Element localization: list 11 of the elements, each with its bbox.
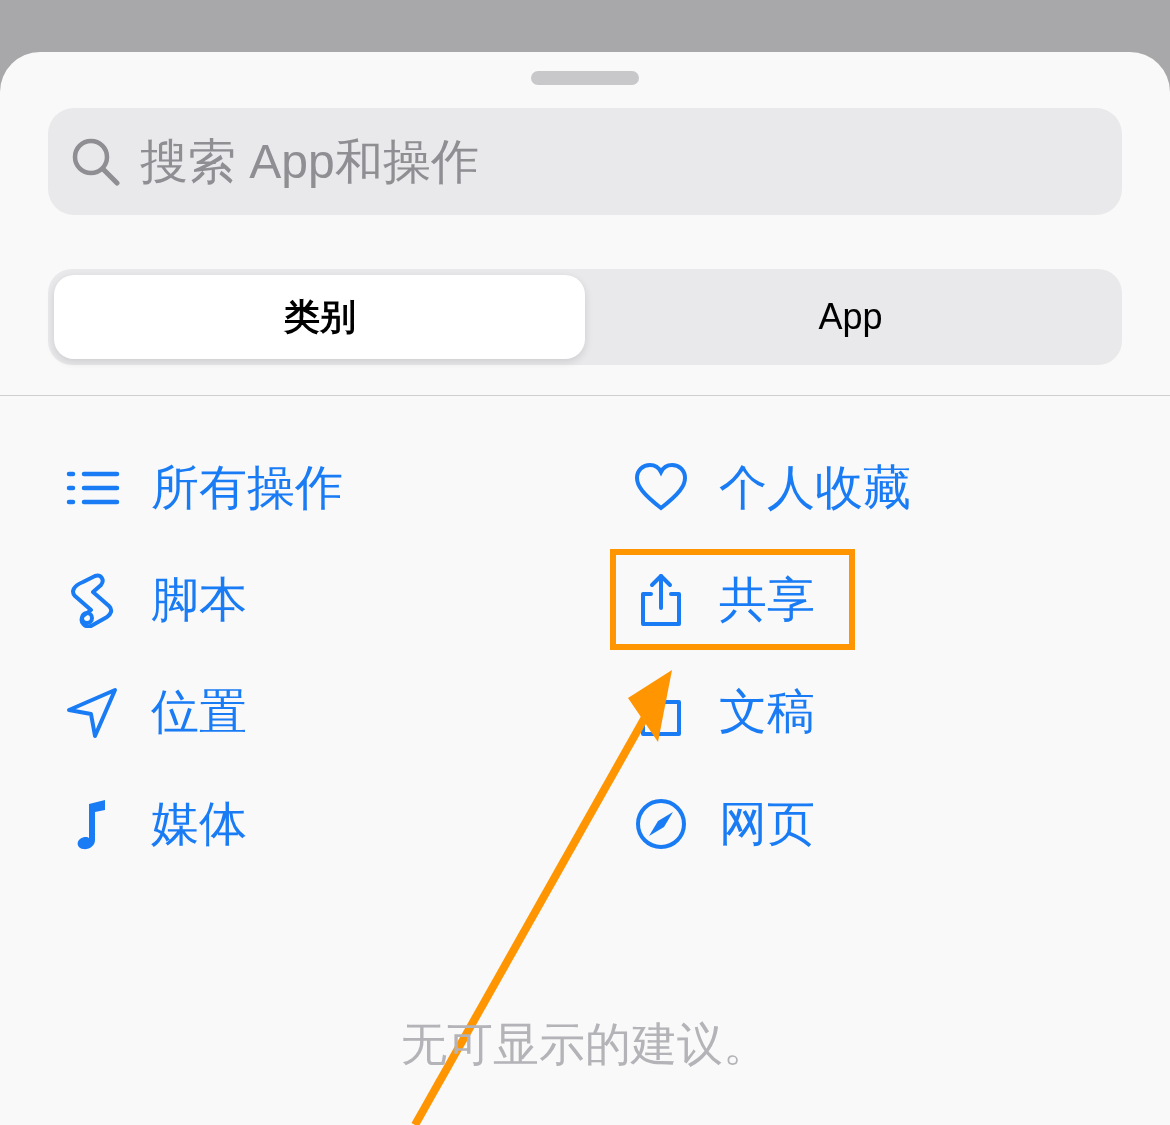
category-item[interactable]: 个人收藏 <box>610 437 951 538</box>
segment-tab[interactable]: App <box>585 275 1116 359</box>
category-item[interactable]: 位置 <box>42 661 287 762</box>
category-item[interactable]: 网页 <box>610 773 855 874</box>
category-item[interactable]: 媒体 <box>42 773 287 874</box>
category-item[interactable]: 共享 <box>610 549 855 650</box>
category-item[interactable]: 所有操作 <box>42 437 383 538</box>
category-item[interactable]: 脚本 <box>42 549 287 650</box>
sheet-grabber[interactable] <box>531 71 639 85</box>
segment-tab[interactable]: 类别 <box>54 275 585 359</box>
search-field[interactable]: 搜索 App和操作 <box>48 108 1122 215</box>
